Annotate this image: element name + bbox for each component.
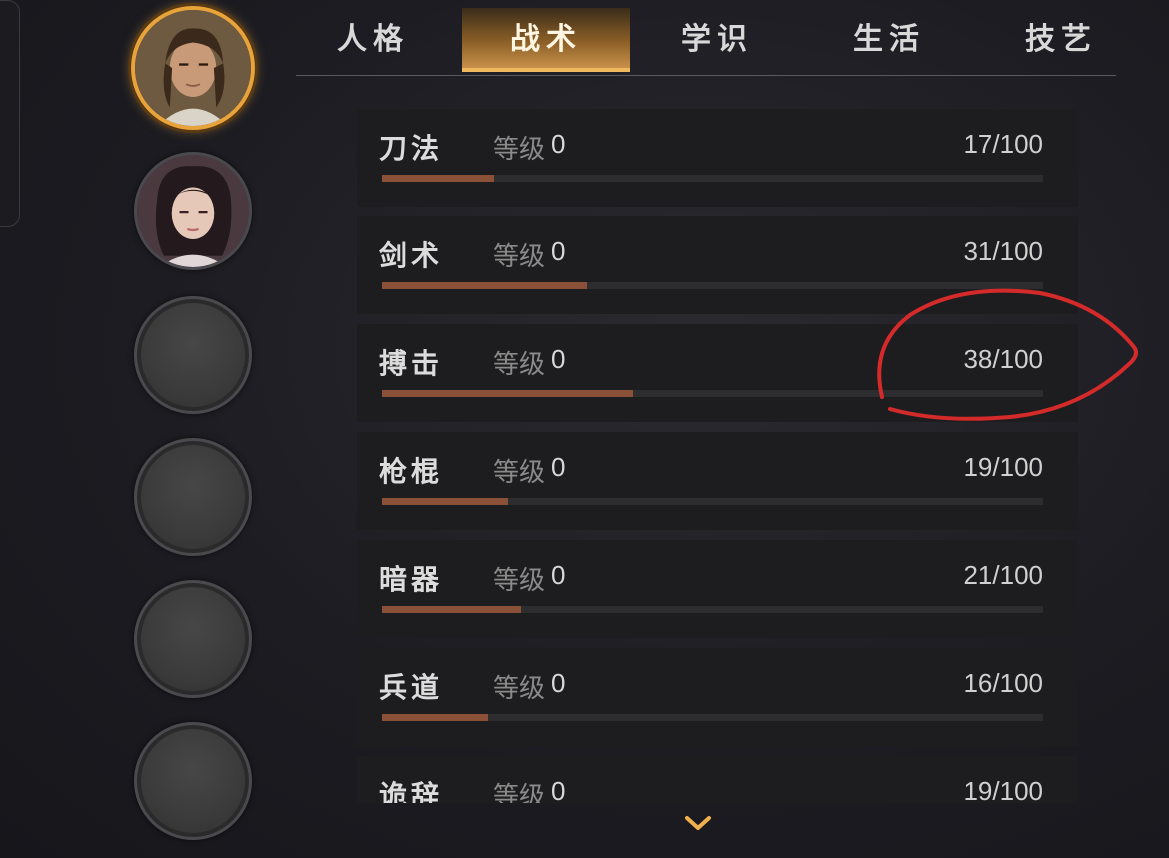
progress-fill: [382, 498, 508, 505]
level-value: 0: [551, 452, 566, 482]
progress-bar: [382, 498, 1043, 505]
progress-fill: [382, 606, 521, 613]
progress-text: 31/100: [963, 236, 1043, 266]
skill-row[interactable]: 刀法 等级 0 17/100: [357, 109, 1078, 207]
progress-text: 38/100: [963, 344, 1043, 374]
progress-bar: [382, 606, 1043, 613]
level-value: 0: [551, 236, 566, 266]
skill-name: 枪棍: [379, 455, 444, 488]
level-label: 等级: [493, 135, 546, 165]
skill-row[interactable]: 兵道 等级 0 16/100: [357, 648, 1078, 746]
progress-text: 17/100: [963, 129, 1043, 159]
skill-name: 暗器: [379, 563, 444, 596]
level-label: 等级: [493, 458, 546, 488]
skill-name: 兵道: [379, 671, 444, 704]
skill-row[interactable]: 搏击 等级 0 38/100: [357, 324, 1078, 422]
level-label: 等级: [493, 350, 546, 380]
skill-row[interactable]: 诡辞 等级 0 19/100: [357, 756, 1078, 803]
level-label: 等级: [493, 242, 546, 272]
progress-fill: [382, 175, 495, 182]
skill-name: 诡辞: [379, 779, 444, 803]
skill-row[interactable]: 暗器 等级 0 21/100: [357, 540, 1078, 638]
skill-name: 刀法: [379, 132, 444, 165]
progress-fill: [382, 282, 587, 289]
level-value: 0: [551, 776, 566, 803]
progress-bar: [382, 175, 1043, 182]
skill-row[interactable]: 枪棍 等级 0 19/100: [357, 432, 1078, 530]
progress-fill: [382, 390, 634, 397]
progress-bar: [382, 282, 1043, 289]
progress-fill: [382, 714, 488, 721]
skill-row[interactable]: 剑术 等级 0 31/100: [357, 216, 1078, 314]
level-value: 0: [551, 129, 566, 159]
skill-name: 剑术: [379, 239, 444, 272]
progress-bar: [382, 714, 1043, 721]
progress-text: 21/100: [963, 560, 1043, 590]
level-label: 等级: [493, 674, 546, 704]
chevron-down-icon[interactable]: [684, 814, 712, 834]
level-label: 等级: [493, 782, 546, 803]
level-value: 0: [551, 344, 566, 374]
progress-text: 19/100: [963, 452, 1043, 482]
level-value: 0: [551, 560, 566, 590]
skill-name: 搏击: [379, 347, 444, 380]
level-value: 0: [551, 668, 566, 698]
skill-list[interactable]: 刀法 等级 0 17/100 剑术 等级 0 31/100 搏击 等级 0 38…: [0, 0, 1169, 803]
progress-text: 16/100: [963, 668, 1043, 698]
progress-bar: [382, 390, 1043, 397]
level-label: 等级: [493, 566, 546, 596]
progress-text: 19/100: [963, 776, 1043, 803]
